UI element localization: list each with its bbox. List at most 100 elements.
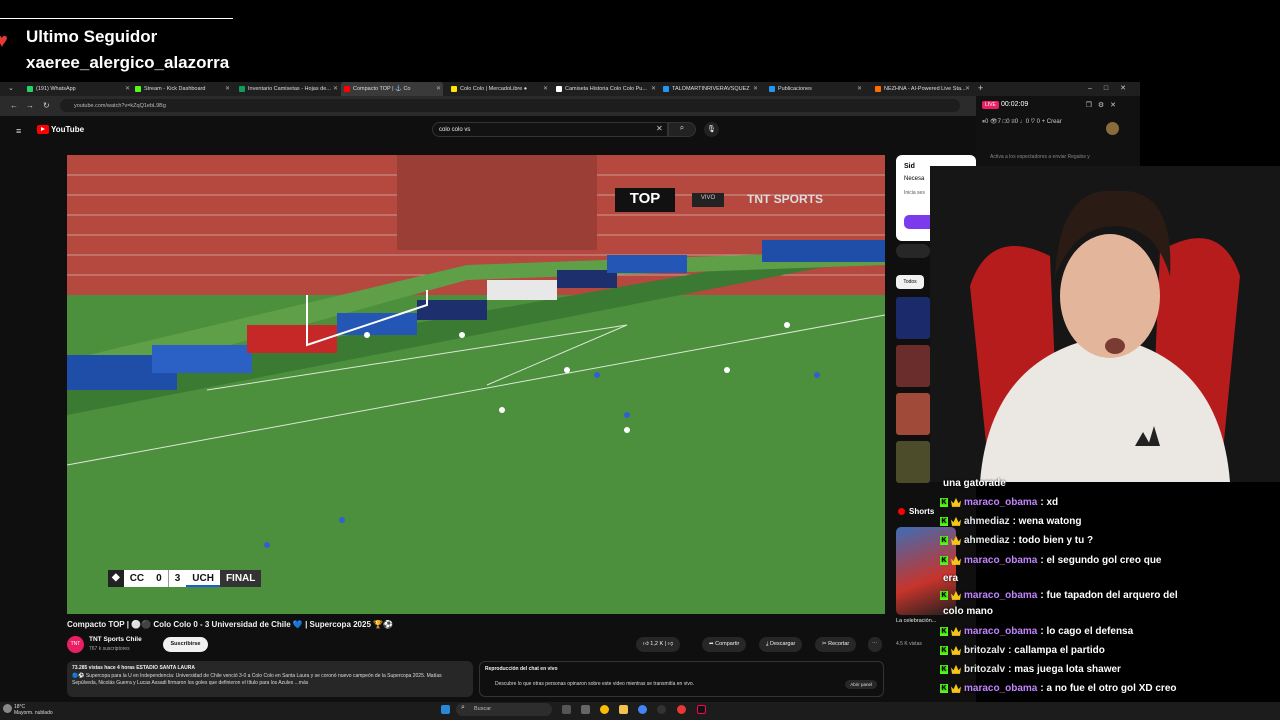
chat-username[interactable]: maraco_obama [964,590,1037,601]
tab-kick-dashboard[interactable]: Stream - Kick Dashboard ✕ [132,82,232,96]
crown-badge-icon [951,664,961,674]
tab-whatsapp[interactable]: (191) WhatsApp ✕ [24,82,132,96]
app-icon[interactable] [677,705,686,714]
crown-badge-icon [951,645,961,655]
tab-nezhna[interactable]: NEZHNA - AI-Powered Live Sta... ✕ [872,82,972,96]
chat-message-continuation: colo mano [940,606,993,617]
chrome-profile-icon[interactable] [638,705,647,714]
chat-message: Kmaraco_obama: xd [940,497,1058,508]
clear-search-icon[interactable]: ✕ [656,124,663,133]
overlay-title: Ultimo Seguidor [26,27,158,46]
chat-username[interactable]: maraco_obama [964,555,1037,566]
video-frame [67,155,885,614]
chat-username[interactable]: maraco_obama [964,683,1037,694]
mic-button[interactable]: 🎙 [704,122,719,137]
description-box[interactable]: 73.285 vistas hace 4 horas ESTADIO SANTA… [67,661,473,697]
more-actions-button[interactable]: ⋯ [868,637,882,652]
tab-inventario[interactable]: Inventario Camisetas - Hojas de... ✕ [236,82,340,96]
weather-widget[interactable]: 18°C Mayorm. nublado [14,704,53,716]
video-player[interactable]: TOP VIVO TNT SPORTS [67,155,885,614]
search-icon: ⌕ [461,704,465,711]
chat-message: Kahmediaz: wena watong [940,516,1081,527]
short-caption[interactable]: La celebración... [896,618,936,624]
chat-username[interactable]: britozalv [964,645,1005,656]
share-label: Compartir [715,641,740,647]
chip-todos[interactable]: Todos [896,275,924,289]
close-icon[interactable]: ✕ [857,85,862,92]
related-thumb[interactable] [896,441,930,483]
chat-message: Kbritozalv: mas juega lota shawer [940,664,1121,675]
windows-start-icon[interactable] [441,705,450,714]
task-view-icon[interactable] [562,705,571,714]
url-field[interactable]: youtube.com/watch?v=kZqQ1ebL9Bg [60,99,960,112]
search-button[interactable]: ⌕ [668,122,696,137]
close-icon[interactable]: ✕ [543,85,548,92]
chat-username[interactable]: maraco_obama [964,626,1037,637]
webcam-image [930,166,1280,482]
chat-message: Kmaraco_obama: a no fue el otro gol XD c… [940,683,1177,694]
taskbar-search[interactable]: Buscar [456,703,552,716]
close-icon[interactable]: ✕ [333,85,338,92]
close-icon[interactable]: ✕ [225,85,230,92]
like-button[interactable]: 👍︎ 1,2 K | 👎︎ [636,637,681,652]
chat-message: Kmaraco_obama: lo cago el defensa [940,626,1133,637]
close-icon[interactable]: ✕ [651,85,656,92]
youtube-play-icon [37,125,49,134]
close-icon[interactable]: ✕ [753,85,758,92]
browser-tab-bar: ⌄ (191) WhatsApp ✕ Stream - Kick Dashboar… [0,82,1140,96]
download-button[interactable]: ⤓ Descargar [759,637,803,652]
webcam-feed [930,166,1280,482]
mercadolibre-icon [451,86,457,92]
chat-message: Kahmediaz: todo bien y tu ? [940,535,1093,546]
side-search-pill[interactable] [896,244,930,258]
chat-username[interactable]: ahmediaz [964,516,1010,527]
chat-replay-text: Descubre lo que otras personas opinaron … [495,681,694,687]
tab-label: Camiseta Historia Colo Colo Pu... [565,86,647,92]
subscribe-button[interactable]: Suscribirse [163,637,208,652]
tab-publicaciones[interactable]: Publicaciones ✕ [766,82,864,96]
more-icon: ⋯ [872,641,878,647]
search-input[interactable]: colo colo vs [432,122,668,137]
kick-notice: Activa a los espectadores a enviar Regal… [990,154,1090,160]
obs-icon[interactable] [657,705,666,714]
mic-icon: 🎙 [707,126,716,133]
chat-username[interactable]: maraco_obama [964,497,1037,508]
tab-talomartin[interactable]: TALOMARTINRIVERAVSQUEZ ✕ [660,82,760,96]
tab-camiseta[interactable]: Camiseta Historia Colo Colo Pu... ✕ [553,82,658,96]
open-panel-button[interactable]: Abrir panel [845,680,877,689]
share-button[interactable]: ➦ Compartir [702,637,747,652]
channel-avatar[interactable]: TNT [67,636,84,653]
tab-youtube-active[interactable]: Compacto TOP | ⚓ Co ✕ [341,82,443,96]
chat-text: : fue tapadon del arquero del [1040,590,1178,601]
related-thumb[interactable] [896,393,930,435]
chrome-icon[interactable] [600,705,609,714]
profile-avatar[interactable] [1106,122,1119,135]
crown-badge-icon [951,555,961,565]
shorts-label: Shorts [909,507,935,516]
video-title: Compacto TOP | ⚪⚫ Colo Colo 0 - 3 Univer… [67,620,394,629]
tiktok-icon[interactable] [697,705,706,714]
chat-username[interactable]: ahmediaz [964,535,1010,546]
related-thumb[interactable] [896,345,930,387]
related-thumb-replay[interactable] [896,297,930,339]
widget-icon[interactable] [581,705,590,714]
heart-icon: ♥ [0,30,8,52]
channel-name[interactable]: TNT Sports Chile [89,636,142,643]
clip-button[interactable]: ✂ Recortar [815,637,857,652]
back-icon[interactable]: ← [10,101,18,110]
chat-username[interactable]: britozalv [964,664,1005,675]
file-explorer-icon[interactable] [619,705,628,714]
new-tab-button[interactable]: + [978,83,983,93]
close-icon[interactable]: ✕ [125,85,130,92]
chat-text: una gatorade [943,478,1006,489]
menu-icon[interactable]: ≡ [16,126,21,136]
tab-mercadolibre[interactable]: Colo Colo | MercadoLibre ● ✕ [448,82,550,96]
close-icon[interactable]: ✕ [436,85,441,92]
close-icon[interactable]: ✕ [965,85,970,92]
youtube-logo[interactable]: YouTube [37,125,84,134]
reload-icon[interactable]: ↻ [43,101,50,110]
panel-controls[interactable]: ❐⚙✕ [1086,101,1122,109]
tab-search-icon[interactable]: ⌄ [8,84,14,92]
forward-icon[interactable]: → [26,101,34,110]
window-controls[interactable]: –□✕ [1088,84,1138,92]
